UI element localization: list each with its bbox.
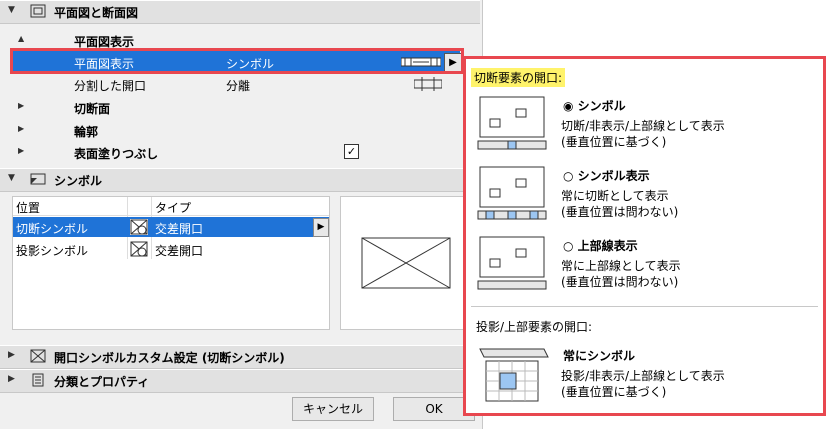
split-row-value: 分離 [226, 79, 251, 93]
collapse-triangle-icon[interactable]: ▼ [8, 5, 15, 15]
table-header: 位置 タイプ [13, 197, 329, 216]
table-row[interactable]: 投影シンボル 交差開口 [13, 239, 329, 259]
row-type: 交差開口 [155, 222, 204, 236]
projection-illustration-icon [479, 348, 549, 402]
section-title: 平面図と断面図 [54, 6, 139, 20]
radio-symbol[interactable]: ◉ シンボル [563, 97, 626, 114]
radio-upper-line[interactable]: ○ 上部線表示 [563, 237, 638, 254]
option-desc: 投影/非表示/上部線として表示 [561, 369, 725, 383]
col-position-header: 位置 [16, 201, 41, 215]
option-always-symbol[interactable]: 常にシンボル 投影/非表示/上部線として表示 (垂直位置に基づく) [466, 345, 823, 413]
section-title: シンボル [54, 174, 103, 188]
proj-title: 投影/上部要素の開口: [476, 320, 593, 334]
document-icon [32, 373, 44, 387]
symbol-preview [340, 196, 470, 330]
section-symbol-header[interactable]: ▼ シンボル [0, 168, 480, 192]
fill-label: 表面塗りつぶし [74, 147, 159, 161]
settings-panel: ▼ 平面図と断面図 ▲ 平面図表示 平面図表示 シンボル ▶ 分割した開口 分離… [0, 0, 483, 429]
cross-opening-icon [130, 241, 148, 257]
expand-triangle-icon[interactable]: ▶ [18, 124, 24, 133]
expand-triangle-icon[interactable]: ▶ [8, 350, 15, 360]
option-upper-line[interactable]: ○ 上部線表示 常に上部線として表示 (垂直位置は問わない) [466, 235, 823, 303]
section-title: 分類とプロパティ [54, 375, 150, 389]
radio-symbol-display[interactable]: ○ シンボル表示 [563, 167, 650, 184]
option-desc: 切断/非表示/上部線として表示 [561, 119, 725, 133]
collapse-triangle-icon[interactable]: ▲ [18, 34, 24, 43]
expand-triangle-icon[interactable]: ▶ [18, 146, 24, 155]
option-desc: 常に上部線として表示 [561, 259, 681, 273]
cancel-button[interactable]: キャンセル [292, 397, 374, 421]
cut-title: 切断要素の開口: [471, 68, 566, 87]
cut-symbol-illustration-icon [477, 96, 547, 150]
split-preview-icon [414, 77, 442, 91]
section-floorplan-header[interactable]: ▼ 平面図と断面図 [0, 0, 480, 24]
option-desc: (垂直位置に基づく) [561, 135, 667, 149]
outline-row[interactable]: ▶ 輪郭 [2, 119, 464, 141]
split-row-name: 分割した開口 [74, 79, 147, 93]
table-row[interactable]: 切断シンボル 交差開口 ▶ [13, 217, 329, 237]
cross-symbol-preview-icon [361, 237, 451, 289]
type-dropdown-arrow[interactable]: ▶ [313, 218, 329, 237]
cut-surface-row[interactable]: ▶ 切断面 [2, 96, 464, 118]
option-desc: (垂直位置は問わない) [561, 205, 679, 219]
cut-surface-label: 切断面 [74, 102, 111, 116]
cross-opening-icon [130, 219, 148, 235]
row-position: 投影シンボル [16, 244, 89, 258]
option-desc: (垂直位置は問わない) [561, 275, 679, 289]
floorplan-icon [30, 4, 46, 18]
row-position: 切断シンボル [16, 222, 89, 236]
collapse-triangle-icon[interactable]: ▼ [8, 173, 15, 183]
option-desc: 常に切断として表示 [561, 189, 669, 203]
symbol-icon [30, 173, 46, 185]
custom-symbol-icon [30, 349, 46, 363]
option-desc: (垂直位置に基づく) [561, 385, 667, 399]
section-title: 開口シンボルカスタム設定 (切断シンボル) [54, 351, 285, 365]
section-class-header[interactable]: ▶ 分類とプロパティ [0, 369, 480, 393]
expand-triangle-icon[interactable]: ▶ [8, 374, 15, 384]
option-symbol[interactable]: ◉ シンボル 切断/非表示/上部線として表示 (垂直位置に基づく) [466, 95, 823, 163]
row-type: 交差開口 [155, 244, 204, 258]
split-opening-row[interactable]: 分割した開口 分離 [2, 73, 464, 95]
fill-checkbox[interactable]: ✓ [344, 144, 359, 159]
cut-display-illustration-icon [477, 166, 547, 220]
fill-row[interactable]: ▶ 表面塗りつぶし ✓ [2, 141, 464, 163]
outline-label: 輪郭 [74, 125, 99, 139]
expand-triangle-icon[interactable]: ▶ [18, 101, 24, 110]
opening-display-popup: 切断要素の開口: ◉ シンボル 切断/非表示/上部線として表示 (垂直位置に基づ… [463, 56, 826, 416]
popup-separator [471, 306, 818, 307]
upper-line-illustration-icon [477, 236, 547, 290]
col-type-header: タイプ [155, 201, 192, 215]
section-custom-header[interactable]: ▶ 開口シンボルカスタム設定 (切断シンボル) [0, 345, 480, 369]
symbol-table: 位置 タイプ 切断シンボル 交差開口 ▶ 投影シンボル 交差開口 [12, 196, 330, 330]
selection-highlight-frame [10, 48, 464, 74]
option-symbol-display[interactable]: ○ シンボル表示 常に切断として表示 (垂直位置は問わない) [466, 165, 823, 233]
always-symbol-label: 常にシンボル [563, 349, 636, 363]
